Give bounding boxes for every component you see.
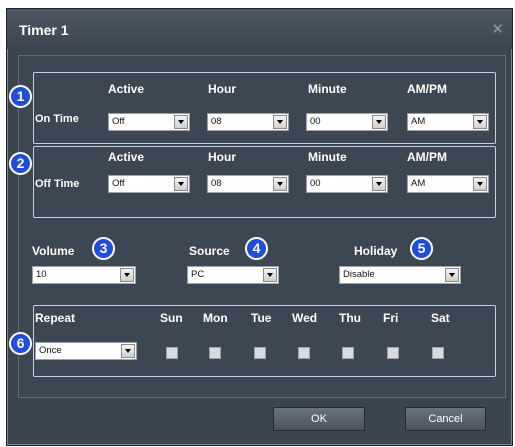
dialog-title: Timer 1 (19, 22, 69, 38)
chevron-down-icon (473, 115, 487, 129)
on-active-select[interactable]: Off (108, 113, 190, 131)
checkbox-sat[interactable] (432, 347, 444, 359)
chevron-down-icon (473, 177, 487, 191)
chevron-down-icon (372, 115, 386, 129)
checkbox-thu[interactable] (342, 347, 354, 359)
on-minute-header: Minute (308, 82, 347, 96)
volume-select[interactable]: 10 (32, 266, 136, 284)
chevron-down-icon (273, 115, 287, 129)
day-label-sun: Sun (160, 311, 183, 325)
repeat-label: Repeat (35, 311, 76, 325)
on-hour-select[interactable]: 08 (207, 113, 289, 131)
off-ampm-select[interactable]: AM (407, 175, 489, 193)
chevron-down-icon (372, 177, 386, 191)
badge-4: 4 (245, 237, 268, 260)
off-minute-header: Minute (308, 150, 347, 164)
volume-label: Volume (32, 244, 75, 258)
badge-6: 6 (9, 332, 32, 355)
on-ampm-select[interactable]: AM (407, 113, 489, 131)
chevron-down-icon (121, 344, 135, 358)
chevron-down-icon (174, 115, 188, 129)
title-bar: Timer 1 ✕ (7, 9, 512, 49)
off-minute-select[interactable]: 00 (306, 175, 388, 193)
off-time-label: Off Time (35, 178, 80, 190)
off-ampm-header: AM/PM (407, 150, 447, 164)
cancel-button[interactable]: Cancel (405, 407, 486, 431)
on-ampm-header: AM/PM (407, 82, 447, 96)
day-label-mon: Mon (203, 311, 228, 325)
day-label-fri: Fri (383, 311, 399, 325)
repeat-select[interactable]: Once (35, 342, 137, 360)
holiday-select[interactable]: Disable (339, 266, 461, 284)
source-label: Source (189, 244, 230, 258)
checkbox-sun[interactable] (166, 347, 178, 359)
close-icon[interactable]: ✕ (491, 20, 504, 38)
badge-1: 1 (9, 85, 32, 108)
on-time-label: On Time (35, 113, 79, 125)
on-minute-select[interactable]: 00 (306, 113, 388, 131)
badge-5: 5 (410, 237, 433, 260)
chevron-down-icon (120, 268, 134, 282)
ok-button[interactable]: OK (273, 407, 365, 431)
holiday-label: Holiday (354, 244, 398, 258)
checkbox-fri[interactable] (387, 347, 399, 359)
chevron-down-icon (445, 268, 459, 282)
on-hour-header: Hour (208, 82, 236, 96)
badge-3: 3 (92, 237, 115, 260)
badge-2: 2 (9, 152, 32, 175)
source-select[interactable]: PC (187, 266, 279, 284)
day-label-wed: Wed (292, 311, 318, 325)
day-label-thu: Thu (339, 311, 361, 325)
off-hour-header: Hour (208, 150, 236, 164)
checkbox-tue[interactable] (254, 347, 266, 359)
off-active-header: Active (108, 150, 145, 164)
on-active-header: Active (108, 82, 145, 96)
chevron-down-icon (263, 268, 277, 282)
day-label-sat: Sat (431, 311, 450, 325)
checkbox-wed[interactable] (298, 347, 310, 359)
chevron-down-icon (273, 177, 287, 191)
day-label-tue: Tue (251, 311, 272, 325)
chevron-down-icon (174, 177, 188, 191)
timer-dialog: Timer 1 ✕ 1 Active Hour Minute AM/PM On … (6, 8, 513, 446)
off-hour-select[interactable]: 08 (207, 175, 289, 193)
checkbox-mon[interactable] (209, 347, 221, 359)
off-active-select[interactable]: Off (108, 175, 190, 193)
